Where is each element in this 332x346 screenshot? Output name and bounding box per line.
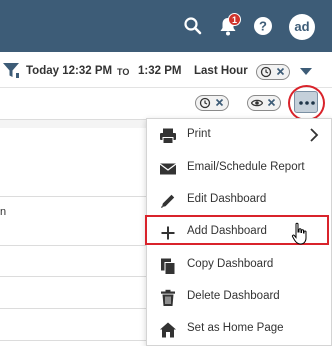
home-icon [160, 322, 176, 338]
time-filter-bar: Today 12:32 PM TO 1:32 PM Last Hour [0, 52, 332, 88]
menu-item-label: Print [187, 128, 211, 140]
trash-icon [161, 289, 175, 306]
menu-item-label: Delete Dashboard [187, 290, 280, 302]
search-icon[interactable] [182, 15, 204, 37]
clock-icon [199, 97, 211, 109]
chevron-right-icon [310, 128, 319, 142]
menu-item-delete-dashboard[interactable]: Delete Dashboard [147, 281, 331, 313]
time-to-keyword: TO [117, 67, 130, 77]
envelope-icon [159, 163, 177, 175]
time-period-label[interactable]: Last Hour [194, 65, 248, 77]
close-icon[interactable] [266, 97, 277, 108]
divider [0, 276, 146, 277]
divider [0, 245, 146, 246]
printer-icon [160, 128, 176, 144]
eye-icon [251, 99, 263, 107]
notification-badge: 1 [228, 13, 241, 26]
close-icon[interactable] [275, 66, 286, 77]
menu-item-copy-dashboard[interactable]: Copy Dashboard [147, 249, 331, 281]
menu-item-label: Set as Home Page [187, 322, 284, 334]
user-avatar[interactable]: ad [289, 14, 315, 40]
hand-cursor-icon [291, 222, 307, 245]
menu-item-print[interactable]: Print [147, 119, 331, 151]
help-icon[interactable]: ? [252, 15, 274, 37]
filter-icon[interactable] [2, 61, 20, 79]
more-button-highlight-ring [288, 85, 325, 121]
menu-item-label: Copy Dashboard [187, 258, 274, 270]
divider [0, 340, 146, 341]
time-toggle-chip[interactable] [195, 95, 229, 111]
menu-item-label: Email/Schedule Report [187, 161, 305, 173]
chevron-down-icon[interactable] [300, 68, 312, 75]
close-icon[interactable] [214, 97, 225, 108]
time-from-label[interactable]: Today 12:32 PM [26, 65, 112, 77]
top-header-bar: 1 ? ad [0, 0, 332, 52]
divider [0, 196, 146, 197]
copy-icon [161, 258, 176, 275]
menu-item-email-schedule-report[interactable]: Email/Schedule Report [147, 152, 331, 184]
time-to-label[interactable]: 1:32 PM [138, 65, 181, 77]
table-header-strip [0, 120, 146, 128]
svg-text:?: ? [259, 19, 267, 34]
view-toggle-chip[interactable] [247, 95, 281, 111]
partial-row-text: n [0, 206, 7, 218]
history-icon [260, 66, 272, 78]
divider [0, 308, 146, 309]
menu-item-edit-dashboard[interactable]: Edit Dashboard [147, 184, 331, 216]
menu-item-set-as-home-page[interactable]: Set as Home Page [147, 313, 331, 345]
time-period-chip[interactable] [256, 64, 290, 80]
pencil-icon [161, 194, 175, 208]
dashboard-screen: 1 ? ad Today 12:32 PM TO 1:32 PM Last Ho… [0, 0, 332, 346]
menu-item-label: Edit Dashboard [187, 193, 267, 205]
